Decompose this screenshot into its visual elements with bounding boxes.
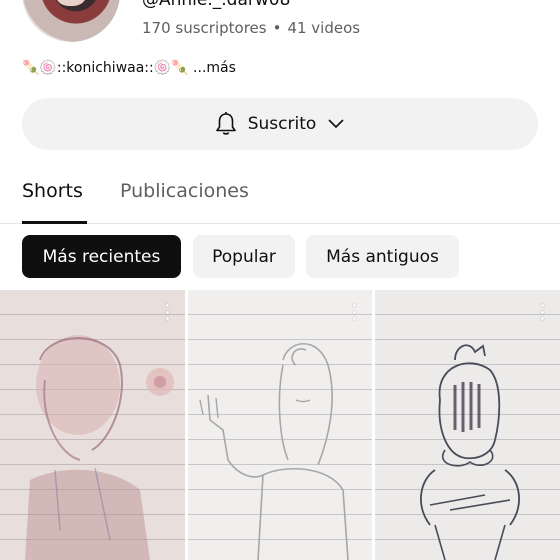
channel-page: @Annie._.darw08 170 suscriptores • 41 vide… [0,0,560,560]
channel-description[interactable]: 🍡🍥::konichiwaa::🍥🍡 ...más [22,60,236,76]
tab-shorts[interactable]: Shorts [22,180,83,202]
stats-separator: • [272,19,282,37]
short-thumbnail[interactable] [0,290,185,560]
more-options-icon[interactable] [540,304,544,320]
more-options-icon[interactable] [352,304,356,320]
bell-icon [215,112,236,135]
chevron-down-icon [328,119,344,129]
channel-tabs: Shorts Publicaciones [0,164,560,224]
sketch-girl-red-colored-image [25,335,174,560]
channel-stats: 170 suscriptores • 41 videos [142,19,360,37]
avatar-face [56,0,86,6]
sketch-girl-waving-image [199,342,349,560]
shorts-grid [0,290,560,560]
short-thumbnail[interactable] [375,290,560,560]
more-options-icon[interactable] [165,304,169,320]
sketch-girl-ink-image [420,344,520,560]
channel-handle: @Annie._.darw08 [142,0,291,10]
short-thumbnail[interactable] [188,290,372,560]
filter-chip-oldest[interactable]: Más antiguos [306,235,459,278]
tab-publicaciones[interactable]: Publicaciones [120,180,249,202]
filter-chip-popular[interactable]: Popular [193,235,295,278]
channel-avatar[interactable] [22,0,120,42]
video-count: 41 videos [287,19,361,37]
subscribed-label: Suscrito [247,114,317,134]
subscribed-button[interactable]: Suscrito [22,98,538,150]
subscriber-count: 170 suscriptores [142,19,267,37]
filter-chip-recent[interactable]: Más recientes [22,235,181,278]
active-tab-indicator [22,221,87,224]
